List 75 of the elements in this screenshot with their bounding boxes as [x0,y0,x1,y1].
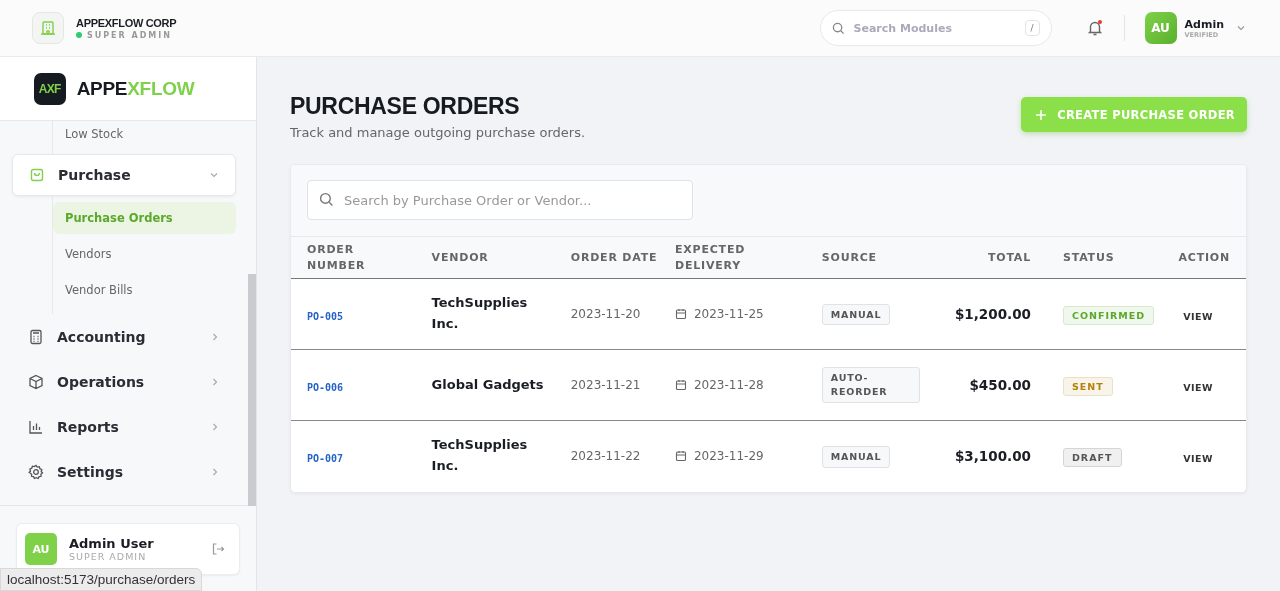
source-tag: AUTO-REORDER [821,367,920,403]
column-header: ORDER DATE [562,237,667,279]
user-role: SUPER ADMIN [69,551,148,562]
delivery-date: 2023-11-29 [693,449,764,464]
view-link[interactable]: VIEW [1183,452,1213,464]
scrollbar[interactable] [248,274,256,506]
chevron-right-icon [210,331,220,342]
delivery-date: 2023-11-28 [693,378,764,392]
avatar: AU [25,533,57,565]
table-cell: 2023-11-20 [562,278,667,350]
logo-mark: AXF [33,72,66,105]
settings-icon [28,463,44,480]
view-link[interactable]: VIEW [1183,310,1213,322]
page-subtitle: Track and manage outgoing purchase orders. [290,125,586,140]
table-cell: TechSupplies Inc. [423,420,563,492]
column-header: EXPECTED DELIVERY [666,237,814,279]
calendar-icon [674,308,687,320]
view-link[interactable]: VIEW [1183,381,1213,393]
sidebar-subitem[interactable]: Vendor Bills [53,274,236,306]
sidebar-item[interactable]: Operations [12,359,236,404]
order-link[interactable]: PO-006 [307,381,344,393]
calculator-icon [28,328,44,345]
search-icon [319,192,334,207]
status-tag: CONFIRMED [1062,305,1155,325]
sidebar-item[interactable]: Reports [12,404,236,449]
chevron-right-icon [210,466,220,477]
status-tag: DRAFT [1062,447,1122,467]
avatar: AU [1144,12,1177,44]
logout-icon[interactable] [211,542,225,556]
shopping-bag-icon [29,167,45,183]
column-header: TOTAL [933,237,1039,279]
sidebar-subitem[interactable]: Low Stock [53,126,236,142]
order-link[interactable]: PO-005 [307,310,344,322]
order-link[interactable]: PO-007 [307,452,344,464]
status-tag: SENT [1062,376,1113,396]
source-tag: MANUAL [821,303,891,326]
package-icon [28,373,44,390]
sidebar-subitem[interactable]: Vendors [53,238,236,270]
company-name: APPEXFLOW CORP [76,16,177,29]
table-cell: $3,100.00 [933,420,1039,492]
chevron-down-icon [209,170,219,180]
sidebar-item[interactable]: Accounting [12,314,236,359]
table-cell: 2023-11-21 [562,349,667,421]
delivery-date: 2023-11-25 [693,307,764,321]
sidebar-item[interactable]: Settings [12,449,236,494]
column-header: ORDER NUMBER [291,237,424,279]
sidebar-item[interactable]: Purchase [12,154,236,196]
chevron-right-icon [210,376,220,387]
table-cell: 2023-11-22 [562,420,667,492]
status-url: localhost:5173/purchase/orders [0,568,203,591]
table-cell: $1,200.00 [933,278,1039,350]
search-icon [831,22,845,35]
table-cell: Global Gadgets [423,349,563,421]
building-icon [32,12,64,44]
bar-chart-icon [28,418,44,435]
column-header: VENDOR [423,237,563,279]
chevron-right-icon [210,421,220,432]
page-title: PURCHASE ORDERS [290,93,521,120]
calendar-icon [674,379,687,391]
source-tag: MANUAL [821,445,891,468]
chevron-down-icon[interactable] [1236,23,1246,33]
role-label: SUPER ADMIN [87,30,172,40]
column-header: SOURCE [813,237,934,279]
shortcut-key: / [1024,20,1040,36]
user-name: Admin [1184,17,1224,31]
table-cell: TechSupplies Inc. [423,278,563,350]
table-cell: $450.00 [933,349,1039,421]
column-header: ACTION [1170,237,1246,279]
logo-text: APPEXFLOW [76,77,195,100]
search-field[interactable]: Search by Purchase Order or Vendor... [307,180,693,220]
notification-button[interactable] [1085,19,1104,37]
column-header: STATUS [1038,237,1171,279]
user-name: Admin User [69,536,155,551]
calendar-icon [674,450,687,463]
plus-icon [1035,108,1048,121]
